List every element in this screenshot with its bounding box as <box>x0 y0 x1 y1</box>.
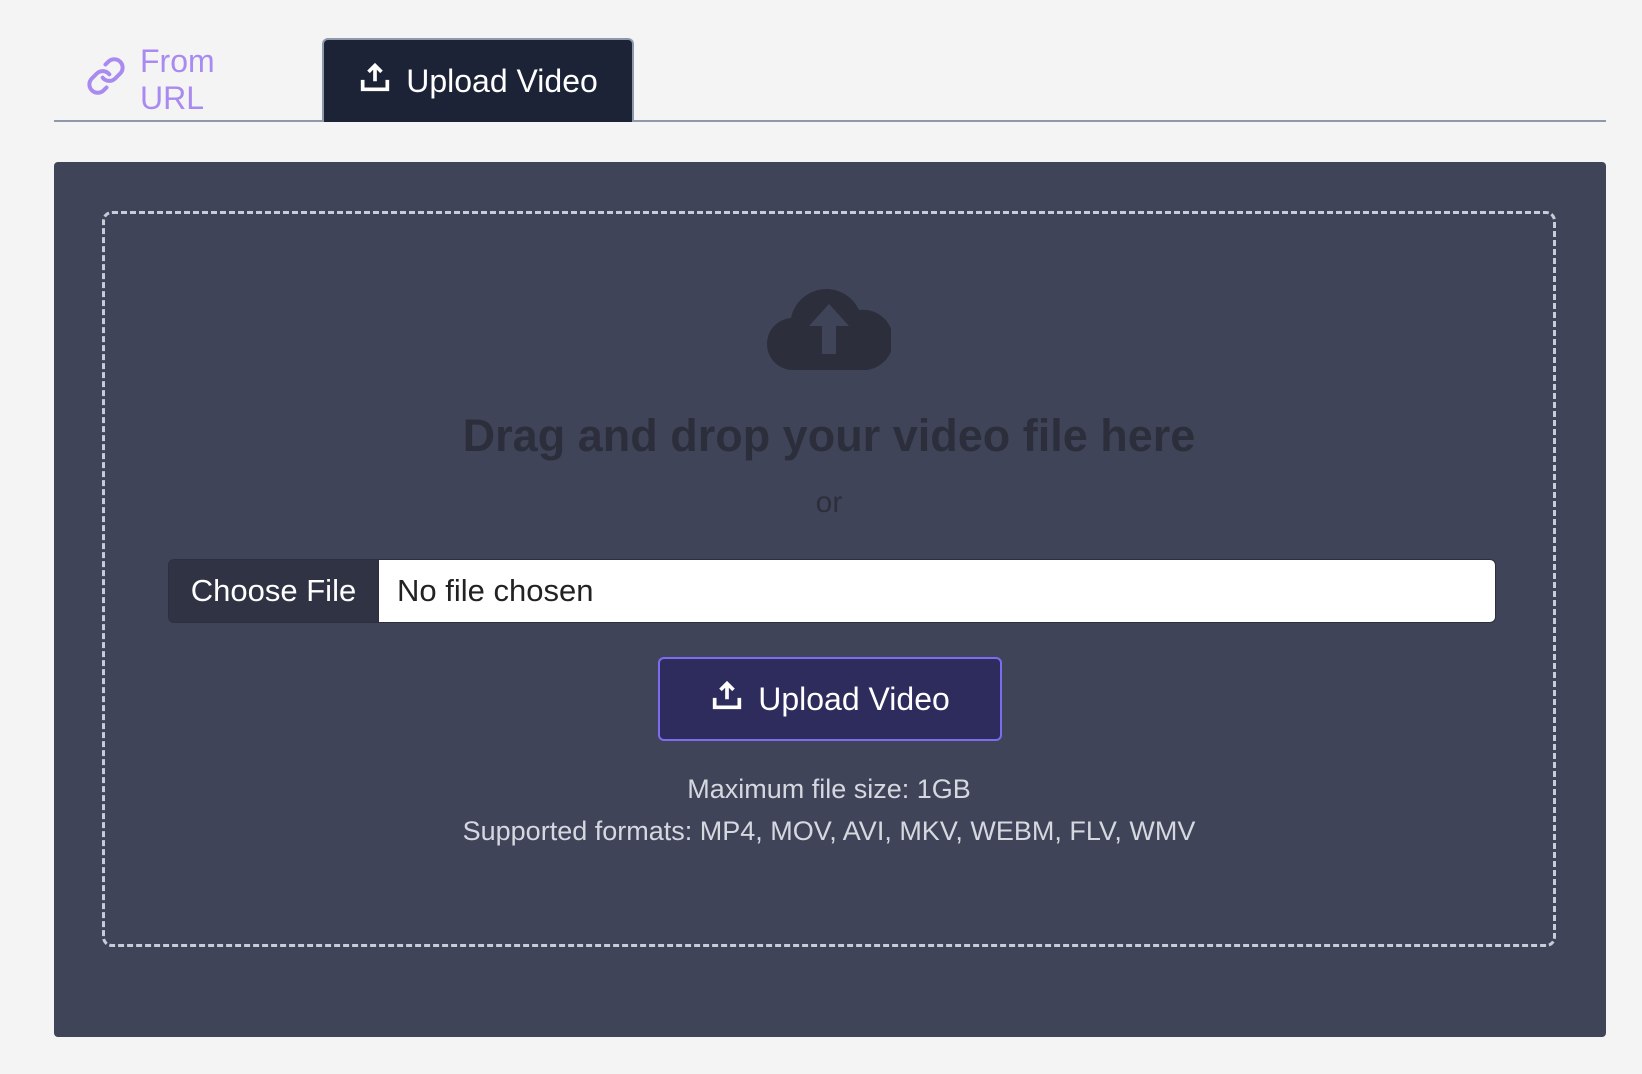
upload-panel: Drag and drop your video file here or Ch… <box>54 162 1606 1037</box>
file-input[interactable]: Choose File No file chosen <box>168 559 1496 623</box>
file-status: No file chosen <box>379 560 1495 622</box>
cloud-upload-icon <box>766 280 894 371</box>
choose-file-button[interactable]: Choose File <box>169 560 379 622</box>
upload-video-button[interactable]: Upload Video <box>658 657 1002 741</box>
max-file-size-text: Maximum file size: 1GB <box>687 774 971 804</box>
tab-upload-video-label: Upload Video <box>406 62 598 99</box>
tab-bar: From URL Upload Video <box>54 38 1606 122</box>
dropzone[interactable]: Drag and drop your video file here or Ch… <box>102 211 1556 947</box>
dropzone-title: Drag and drop your video file here <box>462 410 1196 461</box>
tab-upload-video[interactable]: Upload Video <box>322 38 634 122</box>
upload-video-button-label: Upload Video <box>758 680 950 717</box>
upload-icon <box>710 678 758 720</box>
tab-from-url-label: From URL <box>140 43 215 116</box>
upload-icon <box>358 60 406 102</box>
tab-from-url[interactable]: From URL <box>86 38 286 122</box>
link-icon <box>86 56 140 104</box>
or-separator: or <box>815 486 843 519</box>
supported-formats-text: Supported formats: MP4, MOV, AVI, MKV, W… <box>462 816 1196 846</box>
